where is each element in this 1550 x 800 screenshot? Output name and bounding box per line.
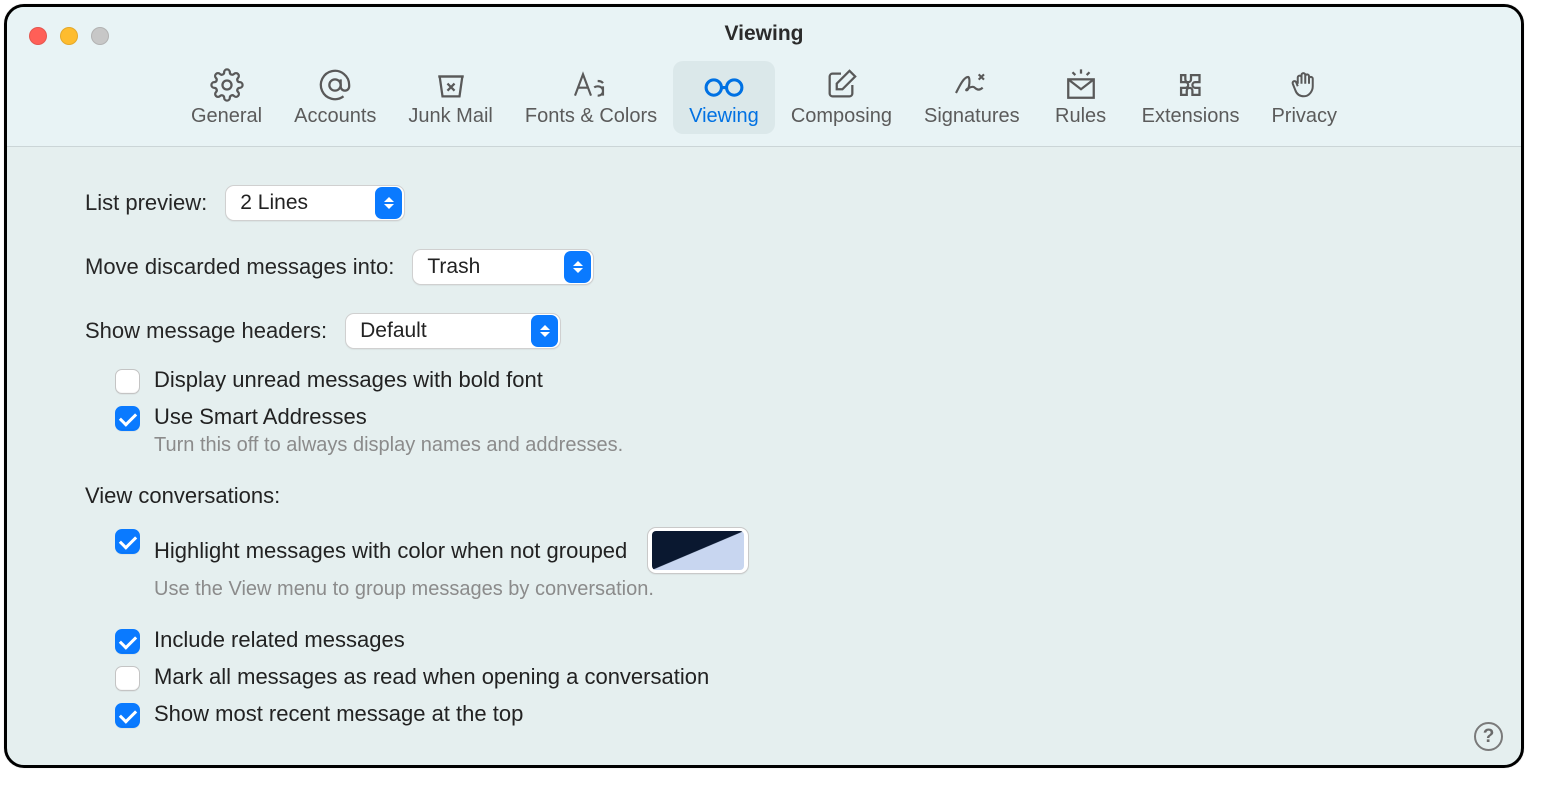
settings-content: List preview: 2 Lines Move discarded mes… (7, 147, 1521, 728)
font-icon (571, 67, 611, 103)
list-preview-value: 2 Lines (240, 191, 320, 215)
at-icon (318, 67, 352, 103)
window-title: Viewing (7, 22, 1521, 46)
view-conversations-title: View conversations: (85, 483, 1521, 509)
stepper-icon (564, 251, 591, 283)
move-discarded-select[interactable]: Trash (412, 249, 594, 285)
show-headers-select[interactable]: Default (345, 313, 561, 349)
tab-privacy[interactable]: Privacy (1255, 61, 1353, 134)
highlight-label: Highlight messages with color when not g… (154, 538, 627, 564)
tab-label: Signatures (924, 105, 1020, 128)
tab-label: Extensions (1142, 105, 1240, 128)
help-icon: ? (1483, 726, 1495, 748)
signature-icon (952, 67, 992, 103)
zoom-window-button[interactable] (91, 27, 109, 45)
highlight-hint: Use the View menu to group messages by c… (154, 578, 749, 601)
recent-top-checkbox[interactable] (115, 703, 140, 728)
close-window-button[interactable] (29, 27, 47, 45)
smart-addresses-label: Use Smart Addresses (154, 404, 623, 430)
tab-composing[interactable]: Composing (775, 61, 908, 134)
highlight-row: Highlight messages with color when not g… (115, 527, 1521, 601)
titlebar: Viewing (7, 7, 1521, 61)
tab-label: Fonts & Colors (525, 105, 657, 128)
include-related-label: Include related messages (154, 627, 405, 653)
traffic-lights (29, 27, 109, 45)
bold-unread-row: Display unread messages with bold font (115, 367, 1521, 394)
move-discarded-row: Move discarded messages into: Trash (85, 249, 1521, 285)
mark-read-label: Mark all messages as read when opening a… (154, 664, 709, 690)
tab-label: General (191, 105, 262, 128)
tab-extensions[interactable]: Extensions (1126, 61, 1256, 134)
minimize-window-button[interactable] (60, 27, 78, 45)
tab-label: Rules (1055, 105, 1106, 128)
tab-junk-mail[interactable]: Junk Mail (392, 61, 508, 134)
smart-addresses-hint: Turn this off to always display names an… (154, 434, 623, 457)
trash-x-icon (434, 67, 468, 103)
tab-rules[interactable]: Rules (1036, 61, 1126, 134)
show-headers-label: Show message headers: (85, 318, 327, 344)
compose-icon (824, 67, 858, 103)
tab-fonts-colors[interactable]: Fonts & Colors (509, 61, 673, 134)
include-related-row: Include related messages (115, 627, 1521, 654)
show-headers-row: Show message headers: Default (85, 313, 1521, 349)
highlight-checkbox[interactable] (115, 529, 140, 554)
rules-icon (1064, 67, 1098, 103)
gear-icon (210, 67, 244, 103)
tab-accounts[interactable]: Accounts (278, 61, 392, 134)
stepper-icon (531, 315, 558, 347)
puzzle-icon (1174, 67, 1208, 103)
hand-icon (1289, 67, 1319, 103)
tab-label: Privacy (1271, 105, 1337, 128)
tab-label: Viewing (689, 105, 759, 128)
list-preview-select[interactable]: 2 Lines (225, 185, 405, 221)
color-swatch-icon (652, 531, 744, 570)
tab-viewing[interactable]: Viewing (673, 61, 775, 134)
mark-read-checkbox[interactable] (115, 666, 140, 691)
smart-addresses-row: Use Smart Addresses Turn this off to alw… (115, 404, 1521, 457)
move-discarded-value: Trash (427, 255, 492, 279)
bold-unread-label: Display unread messages with bold font (154, 367, 543, 393)
tab-label: Junk Mail (408, 105, 492, 128)
smart-addresses-checkbox[interactable] (115, 406, 140, 431)
tab-general[interactable]: General (175, 61, 278, 134)
mark-read-row: Mark all messages as read when opening a… (115, 664, 1521, 691)
list-preview-row: List preview: 2 Lines (85, 185, 1521, 221)
help-button[interactable]: ? (1474, 722, 1503, 751)
glasses-icon (701, 67, 747, 103)
move-discarded-label: Move discarded messages into: (85, 254, 394, 280)
stepper-icon (375, 187, 402, 219)
tab-label: Composing (791, 105, 892, 128)
list-preview-label: List preview: (85, 190, 207, 216)
preferences-window: Viewing General Accounts Junk Mail Font (4, 4, 1524, 768)
preferences-toolbar: General Accounts Junk Mail Fonts & Color… (7, 61, 1521, 147)
recent-top-row: Show most recent message at the top (115, 701, 1521, 728)
bold-unread-checkbox[interactable] (115, 369, 140, 394)
tab-signatures[interactable]: Signatures (908, 61, 1036, 134)
highlight-color-well[interactable] (647, 527, 749, 574)
recent-top-label: Show most recent message at the top (154, 701, 523, 727)
show-headers-value: Default (360, 319, 439, 343)
include-related-checkbox[interactable] (115, 629, 140, 654)
tab-label: Accounts (294, 105, 376, 128)
